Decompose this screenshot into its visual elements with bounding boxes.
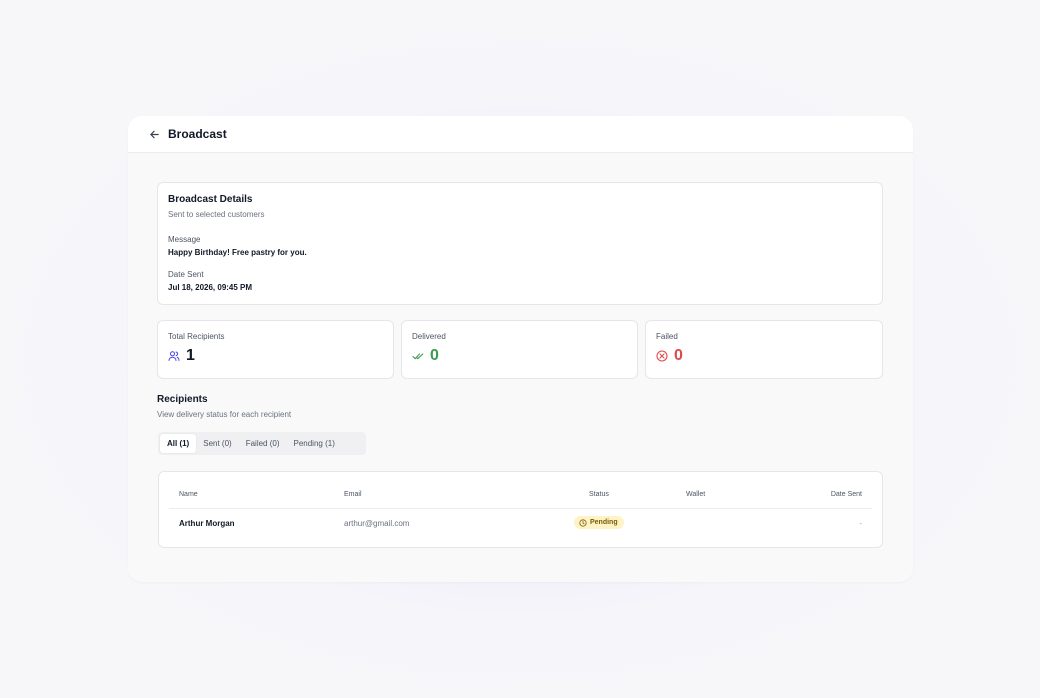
recipients-header: Recipients View delivery status for each… [157,394,291,419]
details-title: Broadcast Details [168,194,253,205]
tab-pending[interactable]: Pending (1) [287,434,342,453]
total-recipients-value: 1 [186,347,195,364]
tab-sent[interactable]: Sent (0) [196,434,238,453]
column-header-status: Status [589,491,609,498]
double-check-icon [412,350,424,362]
total-recipients-label: Total Recipients [168,332,225,341]
delivered-card: Delivered 0 [401,320,638,379]
status-badge-label: Pending [590,519,618,526]
failed-card: Failed 0 [645,320,883,379]
table-divider [169,508,872,509]
status-badge: Pending [574,516,624,529]
x-circle-icon [656,350,668,362]
total-recipients-card: Total Recipients 1 [157,320,394,379]
page-title: Broadcast [168,127,227,141]
arrow-left-icon[interactable] [148,128,160,140]
failed-value: 0 [674,347,683,364]
date-sent-label: Date Sent [168,270,204,279]
tab-all[interactable]: All (1) [160,434,197,453]
column-header-wallet: Wallet [686,491,706,498]
message-field: Message Happy Birthday! Free pastry for … [168,235,307,257]
delivered-value: 0 [430,347,439,364]
message-label: Message [168,235,201,244]
recipient-name: Arthur Morgan [179,519,235,528]
broadcast-details-card: Broadcast Details Sent to selected custo… [157,182,883,305]
column-header-date-sent: Date Sent [830,491,862,498]
broadcast-window: Broadcast Broadcast Details Sent to sele… [128,116,913,582]
recipient-date-sent: - [859,519,862,528]
details-subtitle: Sent to selected customers [168,210,265,219]
recipient-filter-tabs: All (1) Sent (0) Failed (0) Pending (1) [158,432,366,455]
date-sent-value: Jul 18, 2026, 09:45 PM [168,283,253,292]
page-header: Broadcast [128,116,913,153]
tab-failed[interactable]: Failed (0) [239,434,287,453]
message-value: Happy Birthday! Free pastry for you. [168,248,307,257]
column-header-name: Name [179,491,198,498]
recipients-table: Name Email Status Wallet Date Sent Arthu… [158,471,883,548]
users-icon [168,350,180,362]
clock-icon [579,518,587,527]
column-header-email: Email [344,491,362,498]
failed-label: Failed [656,332,678,341]
recipients-subtitle: View delivery status for each recipient [157,410,292,419]
delivered-label: Delivered [412,332,446,341]
date-sent-field: Date Sent Jul 18, 2026, 09:45 PM [168,270,252,292]
recipient-email: arthur@gmail.com [344,519,410,528]
recipients-title: Recipients [157,394,208,405]
